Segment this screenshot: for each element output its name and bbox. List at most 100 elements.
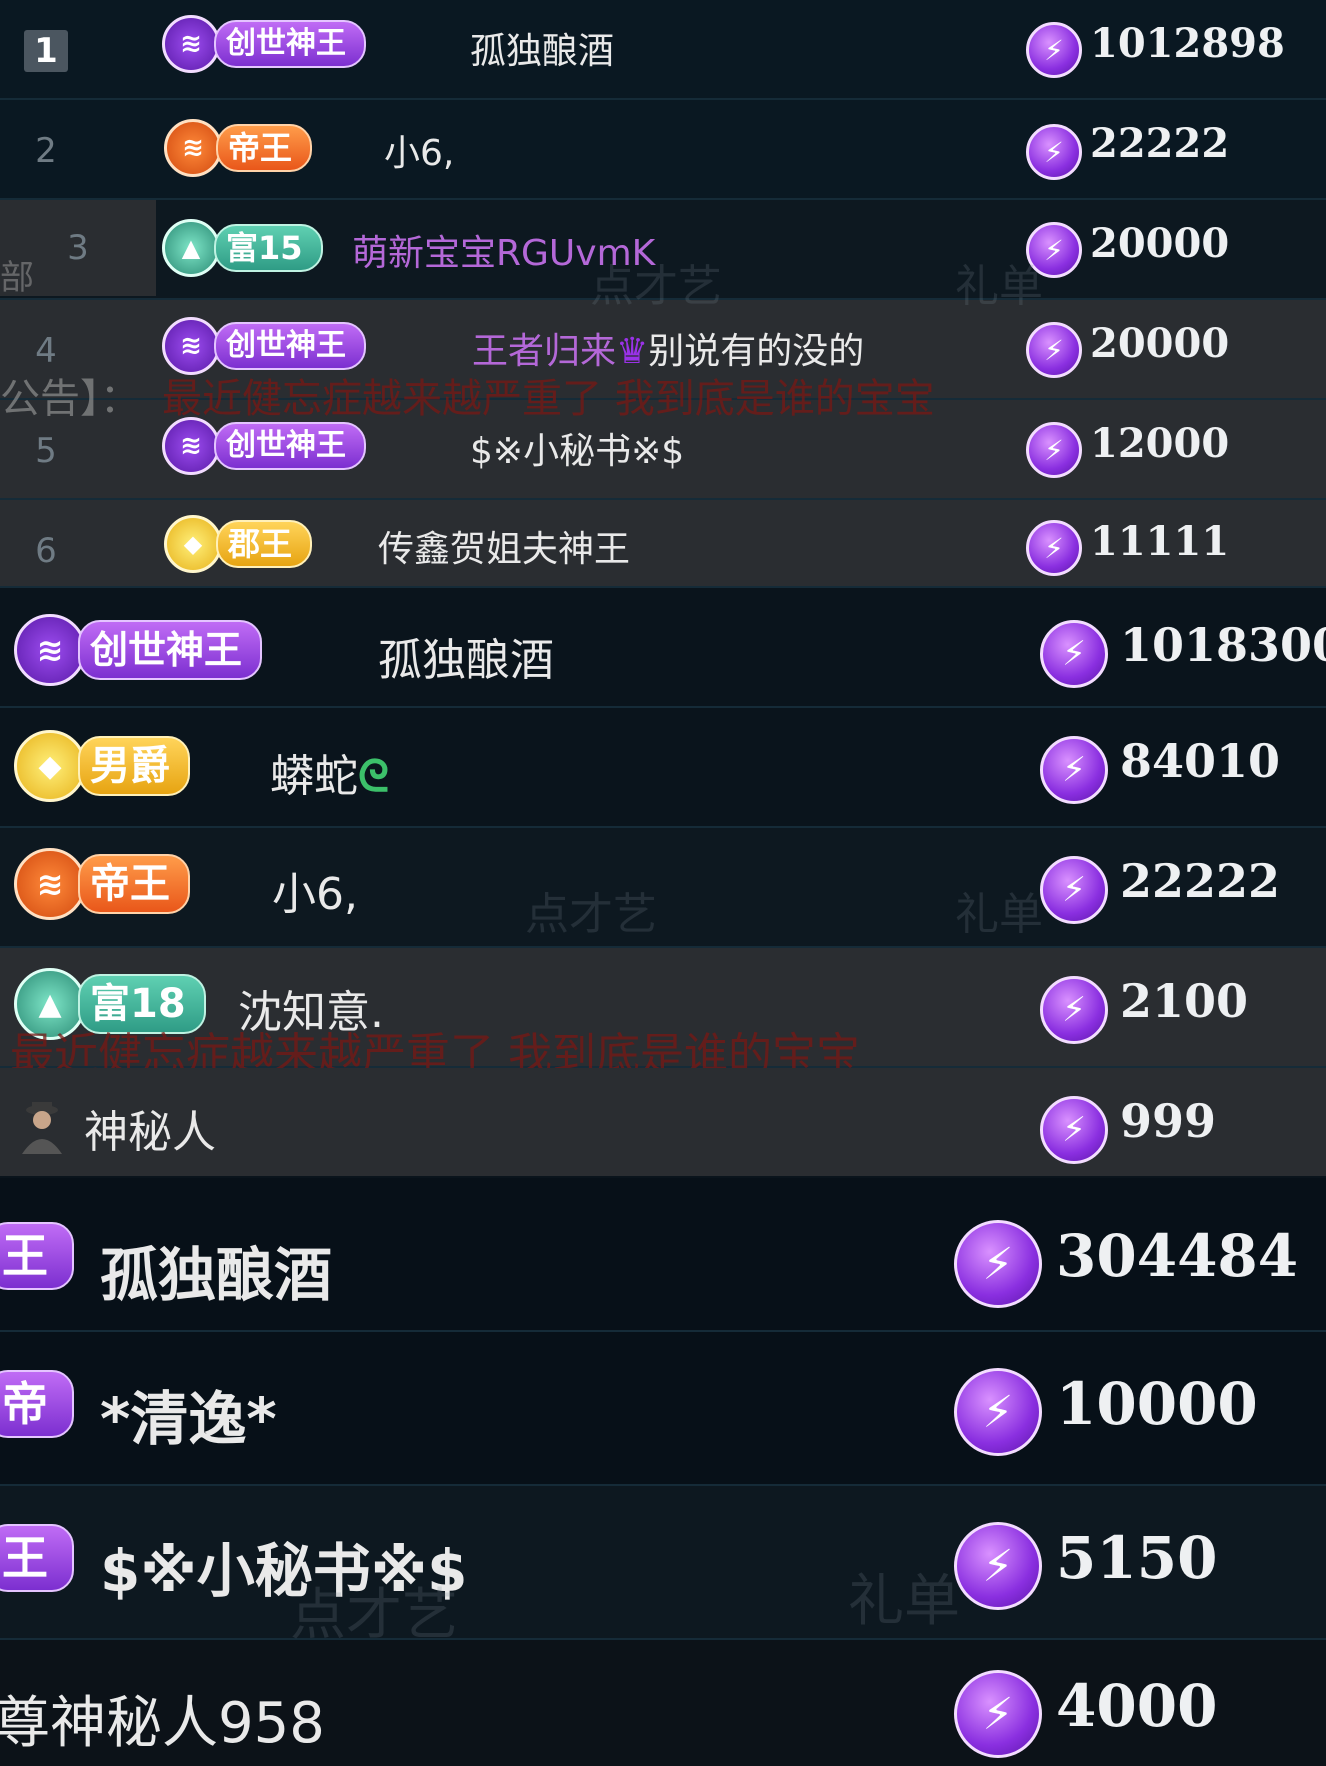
level-badge: ◆ 男爵 [14,728,190,804]
contribution-score: 20000 [1090,220,1230,267]
watermark: 点才艺 [525,889,657,940]
badge-label: 创世神王 [214,422,366,470]
contribution-score: 22222 [1090,120,1230,167]
watermark: 礼单 [955,261,1043,312]
user-name[interactable]: 孤独酿酒 [378,624,554,688]
badge-label: 王 [0,1222,74,1290]
contribution-score: 4000 [1056,1672,1218,1740]
badge-label: 郡王 [216,520,313,568]
level-badge: 帝 [0,1362,74,1446]
badge-label: 王 [0,1524,74,1592]
rank-row[interactable]: 王 $※小秘书※$ ⚡ 5150 点才艺 礼单 [0,1486,1326,1648]
rank-row[interactable]: ≋ 帝王 小6, ⚡ 22222 点才艺 礼单 [0,828,1326,948]
badge-label: 帝王 [78,854,190,914]
lightning-coin-icon: ⚡ [954,1220,1042,1308]
badge-label: 创世神王 [214,20,366,68]
contribution-score: 999 [1120,1094,1217,1148]
user-name[interactable]: *清逸* [100,1372,277,1456]
chevron-emblem-icon: ≋ [14,848,86,920]
chevron-emblem-icon: ≋ [164,119,222,177]
badge-label: 帝王 [216,124,313,172]
level-badge: ▲ 富15 [162,218,323,278]
contribution-score: 1018300 [1120,618,1326,672]
contribution-score: 5150 [1056,1524,1218,1592]
level-badge: ≋ 创世神王 [162,416,366,476]
rank-number: 6 [35,531,57,571]
lightning-coin-icon: ⚡ [954,1670,1042,1758]
chevron-emblem-icon: ≋ [162,417,220,475]
lightning-coin-icon: ⚡ [1040,976,1108,1044]
chevron-emblem-icon: ▲ [162,219,220,277]
badge-label: 创世神王 [214,322,366,370]
chevron-emblem-icon: ◆ [14,730,86,802]
badge-label: 帝 [0,1370,74,1438]
contribution-score: 10000 [1056,1370,1258,1438]
level-badge: 王 [0,1516,74,1600]
user-name[interactable]: 尊神秘人958 [0,1678,325,1759]
rank-number: 2 [35,131,57,171]
level-badge: ≋ 创世神王 [162,14,366,74]
lightning-coin-icon: ⚡ [1040,620,1108,688]
ranking-panel-2: ≋ 创世神王 孤独酿酒 ⚡ 1018300 ◆ 男爵 蟒蛇ᘓ ⚡ 84010 ≋… [0,588,1326,1178]
side-label: 部 [0,258,34,298]
lightning-coin-icon: ⚡ [1040,736,1108,804]
lightning-coin-icon: ⚡ [954,1368,1042,1456]
user-name[interactable]: 传鑫贺姐夫神王 [378,520,630,572]
snake-icon: ᘓ [358,751,389,802]
ranking-panel-1: 1 ≋ 创世神王 孤独酿酒 ⚡ 1012898 2 ≋ 帝王 小6, ⚡ 222… [0,0,1326,588]
user-name-text: 蟒蛇 [270,751,358,802]
badge-label: 富15 [214,224,323,272]
rank-row[interactable]: 尊神秘人958 ⚡ 4000 [0,1640,1326,1766]
rank-number: 5 [35,431,57,471]
contribution-score: 22222 [1120,854,1281,908]
contribution-score: 11111 [1090,518,1230,565]
user-name[interactable]: 小6, [384,124,454,176]
watermark: 礼单 [848,1569,960,1634]
level-badge: ◆ 郡王 [164,514,313,574]
user-name[interactable]: 蟒蛇ᘓ [270,740,389,804]
rank-row[interactable]: ≋ 创世神王 孤独酿酒 ⚡ 1018300 [0,588,1326,708]
lightning-coin-icon: ⚡ [1026,520,1082,576]
badge-label: 男爵 [78,736,190,796]
user-name[interactable]: 神秘人 [84,1096,216,1160]
rank-row[interactable]: ◆ 男爵 蟒蛇ᘓ ⚡ 84010 [0,708,1326,828]
user-name[interactable]: 孤独酿酒 [470,22,614,74]
ranking-panel-3: 王 孤独酿酒 ⚡ 304484 帝 *清逸* ⚡ 10000 王 $※小秘书※$… [0,1178,1326,1766]
contribution-score: 12000 [1090,420,1230,467]
contribution-score: 20000 [1090,320,1230,367]
rank-row[interactable]: 1 ≋ 创世神王 孤独酿酒 ⚡ 1012898 [0,0,1326,100]
chevron-emblem-icon: ◆ [164,515,222,573]
lightning-coin-icon: ⚡ [1040,1096,1108,1164]
lightning-coin-icon: ⚡ [1040,856,1108,924]
rank-row[interactable]: 王 孤独酿酒 ⚡ 304484 [0,1178,1326,1332]
user-name[interactable]: 孤独酿酒 [100,1228,332,1312]
contribution-score: 84010 [1120,734,1281,788]
watermark: 点才艺 [290,1583,458,1648]
badge-label: 创世神王 [78,620,263,680]
rank-row[interactable]: 6 ◆ 郡王 传鑫贺姐夫神王 ⚡ 11111 [0,500,1326,588]
lightning-coin-icon: ⚡ [954,1522,1042,1610]
chevron-emblem-icon: ≋ [14,614,86,686]
lightning-coin-icon: ⚡ [1026,22,1082,78]
chevron-emblem-icon: ≋ [162,15,220,73]
contribution-score: 304484 [1056,1222,1299,1290]
announcement-text: 最近健忘症越来越严重了 我到底是谁的宝宝 [162,376,935,422]
lightning-coin-icon: ⚡ [1026,322,1082,378]
mystery-avatar-icon [22,1102,62,1154]
contribution-score: 1012898 [1090,20,1285,67]
rank-row[interactable]: ▲ 富18 沈知意. ⚡ 2100 最近健忘症越来越严重了 我到底是谁的宝宝 [0,948,1326,1080]
user-name[interactable]: $※小秘书※$ [470,422,684,474]
announcement-prefix: 公告】： [0,376,140,422]
watermark: 点才艺 [590,261,722,312]
level-badge: ≋ 创世神王 [14,612,263,688]
rank-row[interactable]: 神秘人 ⚡ 999 [0,1068,1326,1176]
watermark: 礼单 [955,889,1043,940]
contribution-score: 2100 [1120,974,1249,1028]
rank-row[interactable]: 帝 *清逸* ⚡ 10000 [0,1332,1326,1486]
lightning-coin-icon: ⚡ [1026,422,1082,478]
level-badge: ≋ 帝王 [14,846,190,922]
level-badge: 王 [0,1214,74,1298]
rank-number: 1 [24,30,68,72]
user-name[interactable]: 小6, [272,858,358,922]
rank-row[interactable]: 2 ≋ 帝王 小6, ⚡ 22222 [0,100,1326,200]
